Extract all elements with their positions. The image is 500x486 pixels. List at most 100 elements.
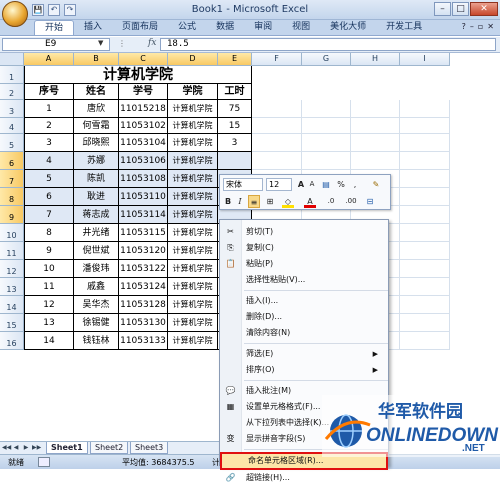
- context-menu-item[interactable]: ✂ 剪切(T): [220, 224, 388, 240]
- table-cell[interactable]: 徐锡健: [74, 314, 119, 332]
- table-cell[interactable]: 10: [24, 260, 74, 278]
- row-header[interactable]: 9: [0, 206, 24, 224]
- context-menu-item[interactable]: 🔗 超链接(H)...: [220, 470, 388, 486]
- table-cell[interactable]: [400, 152, 450, 170]
- table-cell[interactable]: [302, 134, 351, 152]
- table-cell[interactable]: 6: [24, 188, 74, 206]
- table-cell[interactable]: 13: [24, 314, 74, 332]
- sheet-tab[interactable]: Sheet2: [90, 442, 129, 454]
- table-cell[interactable]: 11053104: [119, 134, 168, 152]
- context-menu-item[interactable]: 插入(I)...: [220, 293, 388, 309]
- row-header[interactable]: 1: [0, 66, 24, 84]
- table-cell[interactable]: [400, 332, 450, 350]
- fill-color-icon[interactable]: ◇: [282, 195, 294, 208]
- column-header[interactable]: C: [119, 53, 168, 66]
- workbook-restore-icon[interactable]: ▫: [478, 22, 483, 31]
- help-icon[interactable]: ?: [462, 22, 466, 31]
- minimize-button[interactable]: –: [434, 2, 451, 16]
- table-cell[interactable]: 戚鑫: [74, 278, 119, 296]
- sheet-tab[interactable]: Sheet3: [130, 442, 169, 454]
- row-header[interactable]: 10: [0, 224, 24, 242]
- table-cell[interactable]: 计算机学院: [168, 118, 218, 134]
- insert-function-icon[interactable]: fx: [148, 38, 156, 48]
- table-cell[interactable]: 计算机学院: [168, 170, 218, 188]
- table-header-cell[interactable]: 学号: [119, 84, 168, 100]
- table-cell[interactable]: [351, 118, 400, 134]
- table-cell[interactable]: [252, 118, 302, 134]
- borders-icon[interactable]: ⊞: [264, 195, 276, 208]
- column-header[interactable]: A: [24, 53, 74, 66]
- formula-input[interactable]: 18.5: [160, 38, 496, 51]
- ribbon-tab[interactable]: 页面布局: [112, 20, 168, 35]
- table-cell[interactable]: 3: [24, 134, 74, 152]
- table-cell[interactable]: 倪世斌: [74, 242, 119, 260]
- context-menu-item[interactable]: 清除内容(N): [220, 325, 388, 341]
- table-cell[interactable]: 钱钰林: [74, 332, 119, 350]
- table-cell[interactable]: [400, 278, 450, 296]
- table-cell[interactable]: 邱晓熙: [74, 134, 119, 152]
- table-cell[interactable]: 8: [24, 224, 74, 242]
- table-cell[interactable]: [400, 118, 450, 134]
- table-cell[interactable]: [302, 152, 351, 170]
- table-cell[interactable]: [400, 224, 450, 242]
- cell-style-icon[interactable]: ▤: [319, 178, 333, 191]
- context-menu-item[interactable]: ⎘ 复制(C): [220, 240, 388, 256]
- table-cell[interactable]: 计算机学院: [168, 260, 218, 278]
- next-sheet-icon[interactable]: ▶: [22, 443, 30, 453]
- table-cell[interactable]: [252, 152, 302, 170]
- ribbon-tab[interactable]: 开始: [34, 20, 75, 35]
- row-header[interactable]: 16: [0, 332, 24, 350]
- table-cell[interactable]: [400, 134, 450, 152]
- row-header[interactable]: 7: [0, 170, 24, 188]
- table-cell[interactable]: 9: [24, 242, 74, 260]
- bold-button[interactable]: B: [223, 195, 233, 208]
- table-cell[interactable]: [400, 242, 450, 260]
- table-cell[interactable]: [400, 314, 450, 332]
- table-cell[interactable]: 11053120: [119, 242, 168, 260]
- ribbon-tab[interactable]: 视图: [282, 20, 320, 35]
- table-cell[interactable]: 11053102: [119, 118, 168, 134]
- sheet-tab[interactable]: Sheet1: [46, 442, 88, 454]
- table-cell[interactable]: 3: [218, 134, 252, 152]
- maximize-button[interactable]: □: [452, 2, 469, 16]
- table-cell[interactable]: 计算机学院: [168, 296, 218, 314]
- table-cell[interactable]: 井光绪: [74, 224, 119, 242]
- ribbon-tab[interactable]: 审阅: [244, 20, 282, 35]
- table-header-cell[interactable]: 学院: [168, 84, 218, 100]
- increase-decimal-button[interactable]: .0: [324, 195, 338, 208]
- table-title[interactable]: 计算机学院: [24, 66, 252, 84]
- table-cell[interactable]: [400, 206, 450, 224]
- table-cell[interactable]: 11053122: [119, 260, 168, 278]
- table-cell[interactable]: [351, 100, 400, 118]
- table-cell[interactable]: 4: [24, 152, 74, 170]
- select-all-corner[interactable]: [0, 53, 24, 66]
- table-header-cell[interactable]: 序号: [24, 84, 74, 100]
- table-cell[interactable]: 75: [218, 100, 252, 118]
- table-header-cell[interactable]: 工时: [218, 84, 252, 100]
- table-cell[interactable]: 11053124: [119, 278, 168, 296]
- table-cell[interactable]: [400, 188, 450, 206]
- table-cell[interactable]: 1: [24, 100, 74, 118]
- table-cell[interactable]: 11053110: [119, 188, 168, 206]
- table-cell[interactable]: 蒋志成: [74, 206, 119, 224]
- font-color-button[interactable]: A: [304, 195, 316, 208]
- column-header[interactable]: G: [302, 53, 351, 66]
- table-cell[interactable]: [400, 100, 450, 118]
- table-cell[interactable]: 11053108: [119, 170, 168, 188]
- table-cell[interactable]: 5: [24, 170, 74, 188]
- italic-button[interactable]: I: [235, 195, 245, 208]
- last-sheet-icon[interactable]: ▶▶: [32, 443, 41, 453]
- merge-center-icon[interactable]: ⊟: [364, 195, 376, 208]
- table-cell[interactable]: 计算机学院: [168, 314, 218, 332]
- table-cell[interactable]: 计算机学院: [168, 134, 218, 152]
- ribbon-tab[interactable]: 数据: [206, 20, 244, 35]
- row-header[interactable]: 8: [0, 188, 24, 206]
- column-header[interactable]: D: [168, 53, 218, 66]
- table-cell[interactable]: [400, 260, 450, 278]
- workbook-close-icon[interactable]: ✕: [487, 22, 494, 31]
- font-name-select[interactable]: 宋体: [223, 178, 263, 191]
- row-header[interactable]: 11: [0, 242, 24, 260]
- column-header[interactable]: F: [252, 53, 302, 66]
- office-button[interactable]: [2, 1, 28, 27]
- comma-button[interactable]: ,: [350, 178, 360, 191]
